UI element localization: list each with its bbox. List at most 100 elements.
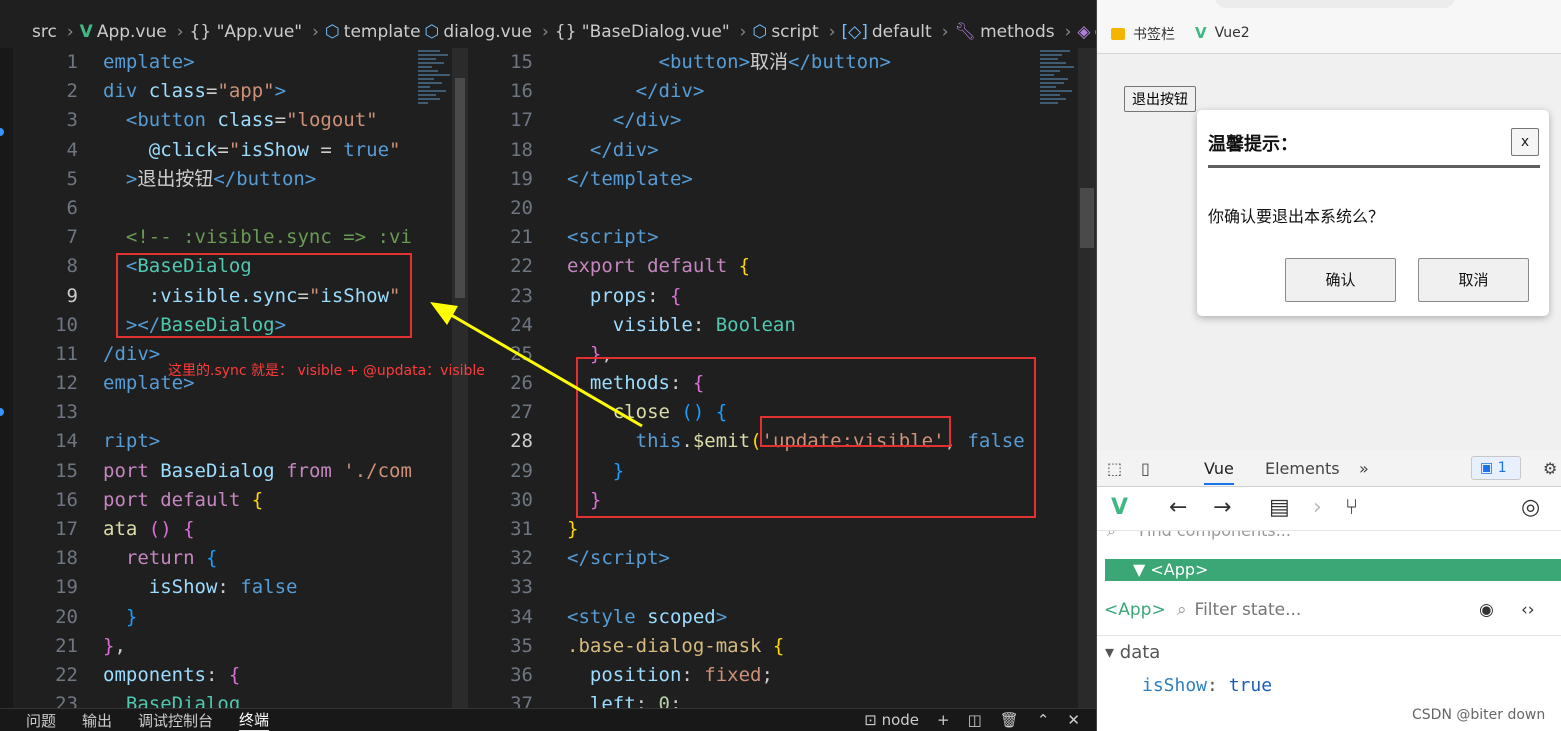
close-icon[interactable]: ✕ [1067,711,1080,729]
code-line[interactable]: port default { [103,486,413,515]
code-line[interactable]: <script> [567,223,1033,252]
code-line[interactable]: </div> [567,106,1033,135]
breadcrumb-app-vue[interactable]: App.vue [97,22,167,42]
data-section-header[interactable]: ▾ data [1105,642,1160,663]
bookmarks-bar: localhost:8080 书签栏 V Vue2 [1097,0,1561,54]
code-line[interactable]: </div> [567,77,1033,106]
tab-vue[interactable]: Vue [1204,459,1234,485]
bookmark-folder[interactable]: 书签栏 [1111,24,1175,44]
minimap[interactable] [418,48,452,248]
tab-elements[interactable]: Elements [1265,459,1340,478]
breadcrumb-basedialog-module[interactable]: {} "BaseDialog.vue" [555,22,730,42]
code-line[interactable]: <style scoped> [567,603,1033,632]
line-number: 2 [66,80,78,103]
more-tabs-icon[interactable]: » [1359,459,1369,478]
code-line[interactable]: ​ [103,194,413,223]
scroll-thumb[interactable] [455,78,465,298]
code-line[interactable]: ​ [567,573,1033,602]
code-line[interactable]: position: fixed; [567,661,1033,690]
vue-devtools-toolbar: V ← → ▤ › ⑂ ◎ [1097,487,1561,531]
code-line[interactable]: div class="app"> [103,77,413,106]
tab-output[interactable]: 输出 [82,710,112,731]
dialog-close-button[interactable]: x [1511,128,1539,156]
script-symbol-icon: ⬡ [752,22,768,42]
component-tree-node-app[interactable]: ▼ <App> [1105,559,1561,581]
device-toolbar-icon[interactable]: ▯ [1141,459,1150,478]
code-line[interactable]: }, [103,632,413,661]
cancel-button[interactable]: 取消 [1418,258,1529,302]
split-icon[interactable]: ◫ [968,711,982,729]
eye-icon[interactable]: ◉ [1479,600,1494,620]
target-select-icon[interactable]: ◎ [1521,495,1540,520]
find-components-input[interactable]: Find components... [1139,531,1291,540]
filter-state-field[interactable]: ⌕ [1177,600,1375,620]
code-line[interactable]: } [103,603,413,632]
back-arrow-icon[interactable]: ← [1169,495,1187,520]
code-line[interactable]: <button class="logout" [103,106,413,135]
tab-problems[interactable]: 问题 [26,710,56,731]
forward-arrow-icon[interactable]: → [1213,495,1231,520]
code-line[interactable]: left: 0; [567,690,1033,708]
minimap[interactable] [1040,48,1082,248]
terminal-shell-icon[interactable]: ⊡ node [864,711,919,729]
line-number: 27 [510,401,533,424]
breadcrumb-src[interactable]: src [32,22,57,42]
folder-icon [1111,28,1125,40]
code-line[interactable]: isShow: false [103,573,413,602]
code-line[interactable]: return { [103,544,413,573]
breadcrumb-dialog-vue[interactable]: dialog.vue [443,22,532,42]
code-line[interactable]: </div> [567,136,1033,165]
code-line[interactable]: export default { [567,252,1033,281]
code-line[interactable]: ript> [103,427,413,456]
code-line[interactable]: >退出按钮</button> [103,165,413,194]
bookmark-label: Vue2 [1214,25,1250,41]
tab-debug-console[interactable]: 调试控制台 [138,710,213,731]
edge-indicator-dot [0,408,4,416]
plus-icon[interactable]: + [937,711,950,729]
components-view-icon[interactable]: ▤ [1269,495,1290,520]
code-line[interactable]: <button>取消</button> [567,48,1033,77]
breadcrumb-script[interactable]: script [771,22,818,42]
breadcrumb-methods[interactable]: methods [980,22,1055,42]
messages-badge[interactable]: ▣ 1 [1471,456,1521,480]
code-line[interactable]: @click="isShow = true" [103,136,413,165]
code-line[interactable]: omponents: { [103,661,413,690]
code-line[interactable]: ​ [103,398,413,427]
line-number: 24 [510,313,533,336]
code-line[interactable]: visible: Boolean [567,311,1033,340]
find-components-row[interactable]: ⌕ Find components... [1097,531,1561,545]
code-line[interactable]: <!-- :visible.sync => :vi [103,223,413,252]
code-line[interactable]: ​ [567,194,1033,223]
code-brackets-icon[interactable]: ‹› [1521,600,1535,620]
breadcrumb-default[interactable]: default [872,22,932,42]
code-line[interactable]: props: { [567,282,1033,311]
trash-icon[interactable]: 🗑︎ [1000,711,1019,729]
code-line[interactable]: emplate> [103,48,413,77]
inspect-element-icon[interactable]: ⬚ [1107,459,1122,478]
logout-button[interactable]: 退出按钮 [1124,86,1196,112]
code-line[interactable]: port BaseDialog from './com [103,457,413,486]
code-line[interactable]: } [567,515,1033,544]
code-line[interactable]: </template> [567,165,1033,194]
state-entry-isshow[interactable]: isShow: true [1142,675,1272,696]
breadcrumb-template[interactable]: template [344,22,421,42]
code-line[interactable]: </script> [567,544,1033,573]
bookmark-vue2[interactable]: V Vue2 [1195,24,1250,42]
scroll-thumb[interactable] [1080,188,1094,248]
code-line[interactable]: BaseDialog [103,690,413,708]
code-line[interactable]: ata () { [103,515,413,544]
code-line[interactable]: .base-dialog-mask { [567,632,1033,661]
editor-scrollbar[interactable] [1078,48,1096,708]
chevron-up-icon[interactable]: ⌃ [1037,711,1050,729]
line-number: 22 [55,663,78,686]
address-bar[interactable]: localhost:8080 [1215,0,1455,8]
highlight-box-update-visible [760,416,951,447]
breadcrumb-app-module[interactable]: {} "App.vue" [190,22,303,42]
settings-gear-icon[interactable]: ⚙ [1543,459,1557,478]
component-tree-icon[interactable]: ⑂ [1345,495,1358,520]
filter-state-input[interactable] [1194,600,1375,620]
confirm-button[interactable]: 确认 [1285,258,1396,302]
template-symbol-icon-2: ⬡ [424,22,440,42]
tab-terminal[interactable]: 终端 [239,709,270,731]
line-number: 36 [510,663,533,686]
